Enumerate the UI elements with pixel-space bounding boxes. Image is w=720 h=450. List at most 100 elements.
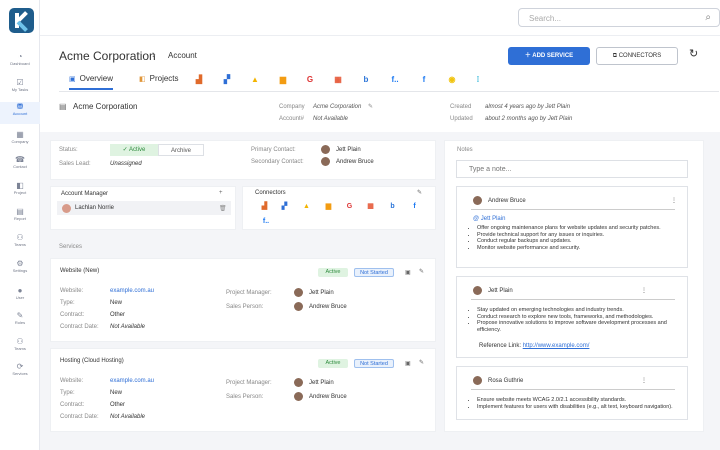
status-badge[interactable]: Active (318, 268, 348, 277)
search-input[interactable] (529, 12, 689, 24)
project-manager-value[interactable]: Jett Plain (309, 380, 334, 386)
service-card[interactable]: Hosting (Cloud Hosting) Active Not Start… (50, 348, 436, 432)
progress-badge[interactable]: Not Started (354, 268, 394, 277)
sidebar-item-teams[interactable]: ⚇ Teams (0, 233, 40, 255)
bing-icon[interactable]: b (361, 75, 371, 85)
facebook-ads-icon[interactable]: f.. (259, 216, 273, 227)
google-analytics-icon[interactable]: ▆ (278, 75, 288, 85)
more-options-icon[interactable]: ⋮ (641, 377, 647, 384)
website-link[interactable]: example.com.au (110, 288, 154, 294)
analytics-icon[interactable]: ▟ (194, 75, 204, 85)
more-options-icon[interactable]: ⋮ (641, 287, 647, 294)
website-link[interactable]: example.com.au (110, 378, 154, 384)
connectors-title: Connectors (255, 190, 286, 196)
google-icon[interactable]: G (305, 75, 315, 85)
status-badge[interactable]: Active (318, 359, 348, 368)
gsc-icon[interactable]: ▞ (279, 201, 290, 212)
sales-person-value[interactable]: Andrew Bruce (309, 304, 347, 310)
note-card: Rosa Guthrie ⋮ Ensure website meets WCAG… (456, 366, 688, 420)
note-author: Rosa Guthrie (488, 378, 524, 384)
sidebar-item-my-tasks[interactable]: ☑ My Tasks (0, 78, 40, 100)
comment-icon[interactable]: ▣ (405, 360, 411, 367)
sidebar-item-company[interactable]: ▦ Company (0, 130, 40, 152)
updated-value: about 2 months ago by Jett Plain (485, 116, 573, 122)
analytics-icon[interactable]: ▟ (259, 201, 270, 212)
comment-icon[interactable]: ▣ (405, 269, 411, 276)
project-manager-value[interactable]: Jett Plain (309, 290, 334, 296)
add-icon[interactable]: + (219, 190, 223, 196)
avatar (473, 286, 482, 295)
contract-date-value: Not Available (110, 324, 146, 330)
sales-lead-value[interactable]: Unassigned (110, 161, 142, 167)
edit-icon[interactable]: ✎ (368, 103, 373, 110)
note-body: Stay updated on emerging technologies an… (477, 307, 677, 333)
status-active-toggle[interactable]: ✓ Active (110, 144, 158, 156)
service-card[interactable]: Website (New) Active Not Started ▣ ✎ Web… (50, 258, 436, 342)
microsoft-icon[interactable]: ▦ (365, 201, 376, 212)
more-options-icon[interactable]: ⋮ (671, 197, 677, 204)
google-ads-icon[interactable]: ▲ (301, 201, 312, 212)
overview-icon: ▣ (69, 76, 76, 83)
microsoft-icon[interactable]: ▦ (333, 75, 343, 85)
sales-lead-label: Sales Lead: (59, 161, 91, 167)
trash-icon[interactable]: 🗑 (219, 205, 227, 212)
note-input[interactable] (469, 164, 679, 175)
reference-link[interactable]: http://www.example.com/ (523, 343, 590, 349)
sidebar-item-roles[interactable]: ✎ Roles (0, 311, 40, 333)
note-author: Andrew Bruce (488, 198, 526, 204)
account-manager-name[interactable]: Lachlan Norrie (75, 205, 114, 211)
note-input-box[interactable] (456, 160, 688, 178)
sidebar-item-project[interactable]: ◧ Project (0, 181, 40, 203)
tab-overview[interactable]: ▣ Overview (69, 74, 113, 90)
mailchimp-icon[interactable]: ◉ (447, 75, 457, 85)
google-icon[interactable]: G (344, 201, 355, 212)
facebook-icon[interactable]: f (419, 75, 429, 85)
created-label: Created (450, 104, 472, 110)
sales-person-value[interactable]: Andrew Bruce (309, 394, 347, 400)
avatar (321, 157, 330, 166)
google-analytics-icon[interactable]: ▆ (323, 201, 334, 212)
contract-date-value: Not Available (110, 414, 146, 420)
facebook-icon[interactable]: f (409, 201, 420, 212)
service-name: Website (New) (60, 268, 100, 274)
edit-icon[interactable]: ✎ (419, 268, 424, 275)
add-service-button[interactable]: ＋ ADD SERVICE (508, 47, 590, 65)
sidebar-item-report[interactable]: ▤ Report (0, 207, 40, 229)
status-archive-toggle[interactable]: Archive (158, 144, 204, 156)
type-value: New (110, 300, 123, 306)
refresh-icon[interactable]: ↻ (689, 47, 698, 60)
edit-icon[interactable]: ✎ (419, 359, 424, 366)
website-label: Website: (60, 378, 84, 384)
sidebar-item-user[interactable]: ● User (0, 286, 40, 308)
primary-contact-value[interactable]: Jett Plain (336, 147, 361, 153)
google-ads-icon[interactable]: ▲ (250, 75, 260, 85)
tab-projects[interactable]: ◧ Projects (139, 74, 179, 83)
gsc-icon[interactable]: ▞ (222, 75, 232, 85)
contract-value: Other (110, 312, 126, 318)
account-manager-title: Account Manager (61, 191, 109, 197)
chevron-right-icon: › (152, 49, 156, 61)
facebook-ads-icon[interactable]: f.. (387, 75, 403, 85)
note-mention[interactable]: @ Jett Plain (473, 216, 505, 222)
contract-label: Contract: (60, 312, 85, 318)
bing-icon[interactable]: b (387, 201, 398, 212)
sidebar-item-dashboard[interactable]: ◔ Dashboard (0, 52, 40, 74)
contract-date-label: Contract Date: (60, 324, 99, 330)
secondary-contact-value[interactable]: Andrew Bruce (336, 159, 374, 165)
edit-icon[interactable]: ✎ (417, 189, 422, 196)
search-box[interactable]: ⌕ (518, 8, 720, 27)
sidebar-item-services[interactable]: ⟳ Services (0, 362, 40, 384)
sidebar-item-contact[interactable]: ☎ Contact (0, 155, 40, 177)
sidebar-item-settings[interactable]: ⚙ Settings (0, 259, 40, 281)
monday-icon[interactable]: ⁞ (473, 75, 483, 85)
progress-badge[interactable]: Not Started (354, 359, 394, 368)
app-logo[interactable] (9, 8, 34, 33)
search-icon[interactable]: ⌕ (705, 12, 711, 23)
connectors-button[interactable]: ⧉ CONNECTORS (596, 47, 678, 65)
sidebar-item-account[interactable]: ⛃ Account (0, 102, 40, 124)
sidebar-item-teams-2[interactable]: ⚇ Teams (0, 337, 40, 359)
company-value: Acme Corporation (313, 104, 362, 110)
note-body: Ensure website meets WCAG 2.0/2.1 access… (477, 397, 677, 410)
breadcrumb[interactable]: Account (168, 51, 197, 60)
note-author: Jett Plain (488, 288, 513, 294)
